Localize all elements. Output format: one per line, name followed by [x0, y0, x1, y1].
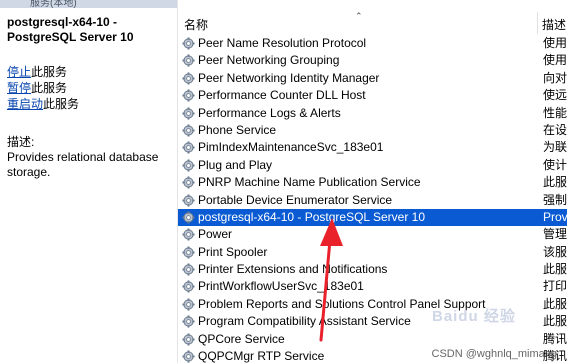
- baidu-watermark: Baidu 经验: [432, 308, 516, 325]
- service-description: 腾讯: [543, 331, 567, 346]
- service-actions: 停止此服务 暂停此服务 重启动此服务: [7, 64, 79, 112]
- pause-action-text: 此服务: [31, 81, 68, 95]
- description-label: 描述:: [7, 135, 35, 149]
- service-row[interactable]: QPCore Service 腾讯: [178, 331, 567, 348]
- sort-up-icon: ⌃: [355, 11, 363, 21]
- service-description: 使计: [543, 157, 567, 172]
- service-gear-icon: [182, 333, 195, 346]
- service-gear-icon: [182, 124, 195, 137]
- service-name: Power: [198, 227, 233, 242]
- service-description: 使远: [543, 88, 567, 103]
- service-description: 管理: [543, 227, 567, 242]
- service-name: QQPCMgr RTP Service: [198, 349, 325, 363]
- service-gear-icon: [182, 246, 195, 259]
- service-row[interactable]: Printer Extensions and Notifications 此服: [178, 261, 567, 278]
- service-gear-icon: [182, 141, 195, 154]
- service-description: 为联: [543, 140, 567, 155]
- service-row[interactable]: Performance Counter DLL Host 使远: [178, 87, 567, 104]
- service-gear-icon: [182, 107, 195, 120]
- service-description: 强制: [543, 192, 567, 207]
- service-row[interactable]: Peer Networking Identity Manager 向对: [178, 70, 567, 87]
- column-separator[interactable]: [537, 12, 538, 34]
- service-gear-icon: [182, 280, 195, 294]
- service-name: Performance Counter DLL Host: [198, 88, 366, 103]
- service-name: Performance Logs & Alerts: [198, 105, 341, 120]
- service-row[interactable]: PrintWorkflowUserSvc_183e01 打印: [178, 278, 567, 295]
- list-header: ⌃ 名称 描述: [178, 11, 567, 34]
- service-row[interactable]: Print Spooler 该服: [178, 244, 567, 261]
- selected-service-row[interactable]: postgresql-x64-10 - PostgreSQL Server 10…: [178, 208, 567, 227]
- service-name: Plug and Play: [198, 157, 273, 172]
- service-description: 此服: [543, 314, 567, 329]
- service-name: postgresql-x64-10 - PostgreSQL Server 10: [198, 209, 425, 224]
- restart-action: 重启动此服务: [7, 96, 79, 112]
- service-gear-icon: [182, 176, 195, 189]
- top-strip: 服务(本地): [0, 0, 177, 9]
- column-header-name[interactable]: 名称: [184, 16, 208, 33]
- service-name: Peer Networking Grouping: [198, 53, 340, 68]
- service-row[interactable]: Power 管理: [178, 226, 567, 243]
- service-row[interactable]: Plug and Play 使计: [178, 157, 567, 174]
- service-name: Portable Device Enumerator Service: [198, 192, 393, 207]
- service-description: 使用: [543, 36, 567, 50]
- service-description: 向对: [543, 70, 567, 85]
- service-name: Print Spooler: [198, 244, 268, 259]
- restart-link[interactable]: 重启动: [7, 97, 43, 111]
- service-name: Peer Name Resolution Protocol: [198, 36, 367, 50]
- service-description: 在设: [543, 122, 567, 137]
- service-gear-icon: [182, 315, 195, 328]
- service-row[interactable]: Phone Service 在设: [178, 122, 567, 139]
- service-description: Prov: [543, 209, 567, 224]
- service-gear-icon: [182, 72, 195, 85]
- service-gear-icon: [182, 193, 195, 207]
- service-description: 性能: [543, 105, 567, 120]
- service-row[interactable]: PNRP Machine Name Publication Service 此服: [178, 174, 567, 191]
- service-gear-icon: [182, 298, 195, 311]
- service-description: 打印: [543, 279, 567, 294]
- service-gear-icon: [182, 350, 195, 363]
- service-description: 该服: [543, 244, 567, 259]
- stop-action: 停止此服务: [7, 64, 79, 80]
- service-name: PNRP Machine Name Publication Service: [198, 175, 421, 190]
- service-name: Printer Extensions and Notifications: [198, 262, 388, 277]
- restart-action-text: 此服务: [43, 97, 80, 111]
- service-title: postgresql-x64-10 - PostgreSQL Server 10: [7, 15, 134, 44]
- stop-link[interactable]: 停止: [7, 65, 31, 79]
- service-row[interactable]: Peer Name Resolution Protocol 使用: [178, 35, 567, 52]
- service-gear-icon: [182, 89, 195, 102]
- service-gear-icon: [182, 159, 195, 172]
- service-gear-icon: [182, 211, 195, 224]
- service-name: Program Compatibility Assistant Service: [198, 314, 411, 329]
- service-row[interactable]: Performance Logs & Alerts 性能: [178, 105, 567, 122]
- service-row[interactable]: PimIndexMaintenanceSvc_183e01 为联: [178, 139, 567, 156]
- pause-action: 暂停此服务: [7, 80, 79, 96]
- pause-link[interactable]: 暂停: [7, 81, 31, 95]
- column-header-description[interactable]: 描述: [542, 16, 566, 33]
- top-strip-text: 服务(本地): [30, 0, 77, 9]
- description-text: Provides relational database storage.: [7, 150, 159, 179]
- service-description: 此服: [543, 296, 567, 311]
- left-pane: 服务(本地) postgresql-x64-10 - PostgreSQL Se…: [0, 0, 177, 363]
- service-description: 此服: [543, 175, 567, 190]
- service-name: PimIndexMaintenanceSvc_183e01: [198, 140, 384, 155]
- service-name: Phone Service: [198, 122, 277, 137]
- service-description: 使用: [543, 53, 567, 68]
- csdn-watermark: CSDN @wghnlq_mimang: [431, 348, 558, 360]
- service-name: Peer Networking Identity Manager: [198, 70, 380, 85]
- service-row[interactable]: Portable Device Enumerator Service 强制: [178, 192, 567, 209]
- service-gear-icon: [182, 54, 195, 67]
- service-gear-icon: [182, 228, 195, 241]
- service-gear-icon: [182, 37, 195, 50]
- service-name: QPCore Service: [198, 331, 285, 346]
- service-gear-icon: [182, 263, 195, 276]
- stop-action-text: 此服务: [31, 65, 68, 79]
- service-name: PrintWorkflowUserSvc_183e01: [198, 279, 364, 294]
- services-window: 服务(本地) postgresql-x64-10 - PostgreSQL Se…: [0, 0, 567, 363]
- service-description: 此服: [543, 262, 567, 277]
- service-row[interactable]: Peer Networking Grouping 使用: [178, 52, 567, 69]
